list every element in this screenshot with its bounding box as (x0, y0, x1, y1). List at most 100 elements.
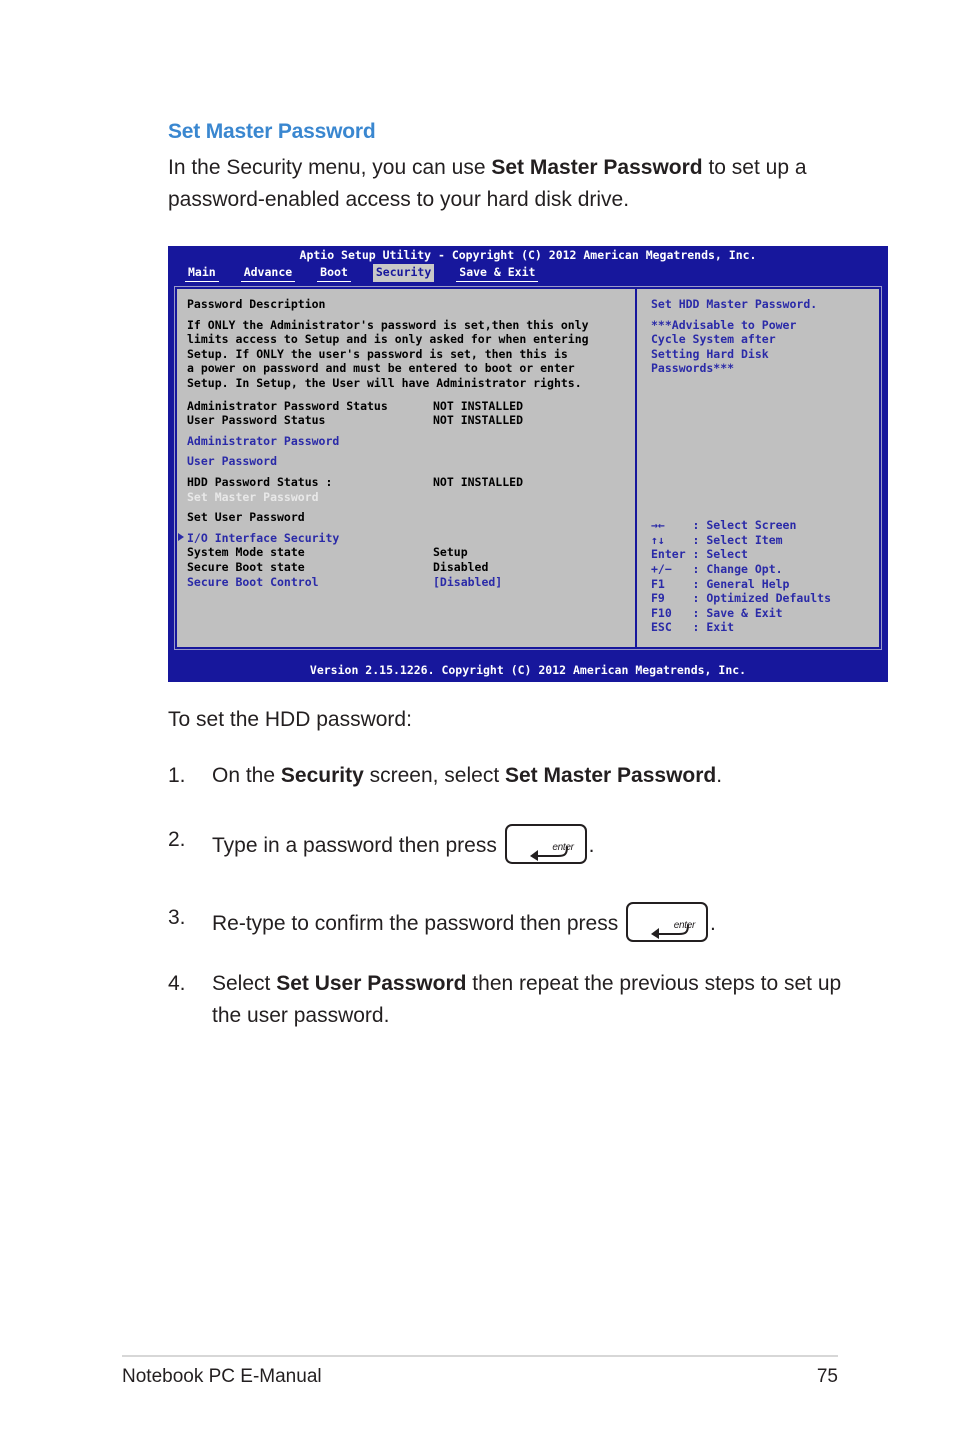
description-line: Setup. In Setup, the User will have Admi… (187, 375, 582, 390)
bios-row-i-o-interface-security[interactable]: I/O Interface Security (177, 531, 629, 546)
bios-tab-main[interactable]: Main (185, 264, 219, 282)
enter-key-icon: enter (504, 824, 587, 864)
bios-row-label: Secure Boot Control (187, 574, 319, 589)
help-line: ***Advisable to Power (651, 317, 797, 332)
step-text-pre: On the (212, 764, 281, 787)
bios-tab-save-exit[interactable]: Save & Exit (456, 264, 539, 282)
bios-menu-bar: Main Advance Boot Security Save & Exit (169, 264, 887, 282)
step-number: 1. (168, 764, 186, 787)
step-item: 2. Type in a password then press enter. (168, 824, 868, 864)
description-line: If ONLY the Administrator's password is … (187, 317, 589, 332)
step-item: 4. Select Set User Password then repeat … (168, 968, 868, 1032)
step-text-bold-1: Security (280, 764, 364, 787)
bios-row-user-password[interactable]: User Password (187, 454, 629, 469)
page-title: Set Master Password (168, 120, 376, 143)
intro-text-pre: In the Security menu, you can use (168, 156, 492, 179)
intro-text-bold: Set Master Password (491, 156, 703, 179)
bios-row-set-master-password[interactable]: Set Master Password (187, 490, 629, 505)
key-legend-row: ESC : Exit (651, 620, 735, 635)
step-text: Select Set User Password then repeat the… (212, 968, 868, 1032)
bios-row-user-password-status: User Password Status NOT INSTALLED (187, 413, 629, 428)
bios-row-label: System Mode state (187, 545, 305, 560)
bios-row-set-user-password[interactable]: Set User Password (187, 510, 629, 525)
bios-screenshot: Aptio Setup Utility - Copyright (C) 2012… (168, 246, 888, 682)
help-line: Cycle System after (651, 332, 776, 347)
bios-row-label: User Password Status (187, 413, 326, 428)
help-title: Set HDD Master Password. (651, 297, 818, 311)
step-text-pre: Select (212, 972, 277, 995)
bios-row-value: Setup (433, 545, 468, 560)
bios-row-label: Secure Boot state (187, 559, 305, 574)
bios-row-value: NOT INSTALLED (433, 398, 524, 413)
bios-row-label: I/O Interface Security (178, 531, 424, 546)
step-number: 3. (168, 906, 186, 929)
step-text-bold-2: Set Master Password (505, 764, 717, 787)
submenu-arrow-icon (178, 532, 184, 541)
step-text-pre: Re-type to confirm the password then pre… (212, 912, 625, 935)
bios-content-area: Password Description If ONLY the Adminis… (174, 286, 882, 650)
key-legend-row: Enter : Select (651, 547, 748, 562)
bios-row-secure-boot-control[interactable]: Secure Boot Control [Disabled] (187, 575, 629, 590)
key-legend-row: ↑↓ : Select Item (651, 532, 783, 547)
bios-row-label: HDD Password Status : (187, 474, 333, 489)
footer-manual-title: Notebook PC E-Manual (122, 1366, 322, 1387)
key-legend-row: +/− : Change Opt. (651, 562, 783, 577)
key-legend: →← : Select Screen ↑↓ : Select Item Enter … (651, 518, 831, 635)
bios-row-system-mode-state: System Mode state Setup (187, 545, 629, 560)
step-text: Re-type to confirm the password then pre… (212, 902, 868, 942)
bios-row-value: [Disabled] (433, 574, 503, 589)
bios-row-label: Set User Password (187, 510, 305, 525)
bios-row-hdd-password-status: HDD Password Status : NOT INSTALLED (187, 475, 629, 490)
help-line: Setting Hard Disk (651, 346, 769, 361)
description-line: a power on password and must be entered … (187, 361, 575, 376)
footer-divider (122, 1355, 838, 1357)
step-text-mid: screen, select (363, 764, 505, 787)
key-legend-row: F1 : General Help (651, 576, 790, 591)
step-item: 3. Re-type to confirm the password then … (168, 902, 868, 942)
description-line: Setup. If ONLY the user's password is se… (187, 346, 568, 361)
step-text-post: . (716, 764, 723, 787)
enter-arrow-icon (651, 924, 690, 939)
password-description-text: If ONLY the Administrator's password is … (187, 318, 629, 391)
step-number: 2. (168, 828, 186, 851)
key-legend-row: F9 : Optimized Defaults (651, 591, 832, 606)
bios-settings-list: Administrator Password Status NOT INSTALL… (178, 399, 629, 590)
bios-row-label: Set Master Password (187, 489, 319, 504)
page-number: 75 (816, 1366, 838, 1387)
bios-row-administrator-password-status: Administrator Password Status NOT INSTALL… (187, 399, 629, 414)
enter-arrow-icon (529, 846, 568, 861)
step-number: 4. (168, 972, 186, 995)
bios-left-panel: Password Description If ONLY the Adminis… (177, 289, 637, 647)
manual-page: Set Master Password In the Security menu… (0, 0, 954, 1438)
bios-tab-security[interactable]: Security (372, 264, 435, 282)
help-body-text: ***Advisable to Power Cycle System after S… (651, 318, 873, 376)
bios-version-bar: Version 2.15.1226. Copyright (C) 2012 Am… (309, 663, 747, 677)
bios-row-value: NOT INSTALLED (433, 413, 524, 428)
step-text-pre: Type in a password then press (212, 834, 503, 857)
description-line: limits access to Setup and is only asked… (187, 332, 589, 347)
key-legend-row: →← : Select Screen (651, 518, 797, 533)
bios-row-label: User Password (187, 454, 278, 469)
bios-row-label: Administrator Password (187, 433, 340, 448)
steps-lead-text: To set the HDD password: (168, 708, 412, 731)
enter-key-icon: enter (626, 902, 709, 942)
bios-tab-boot[interactable]: Boot (317, 264, 351, 282)
step-text-post: . (710, 912, 716, 935)
intro-paragraph: In the Security menu, you can use Set Ma… (168, 152, 868, 216)
bios-row-administrator-password[interactable]: Administrator Password (187, 434, 629, 449)
bios-row-value: NOT INSTALLED (433, 474, 524, 489)
bios-row-value: Disabled (433, 559, 489, 574)
key-legend-row: F10 : Save & Exit (651, 605, 783, 620)
bios-title-bar: Aptio Setup Utility - Copyright (C) 2012… (299, 248, 757, 262)
bios-row-secure-boot-state: Secure Boot state Disabled (187, 560, 629, 575)
bios-tab-advance[interactable]: Advance (240, 264, 296, 282)
step-text-post: . (588, 834, 595, 857)
password-description-title: Password Description (187, 297, 326, 311)
step-item: 1. On the Security screen, select Set Ma… (168, 760, 868, 792)
help-line: Passwords*** (651, 361, 735, 376)
step-text: Type in a password then press enter. (212, 824, 868, 864)
step-text: On the Security screen, select Set Maste… (212, 760, 868, 792)
step-text-bold-1: Set User Password (276, 972, 467, 995)
bios-row-label: Administrator Password Status (187, 398, 388, 413)
